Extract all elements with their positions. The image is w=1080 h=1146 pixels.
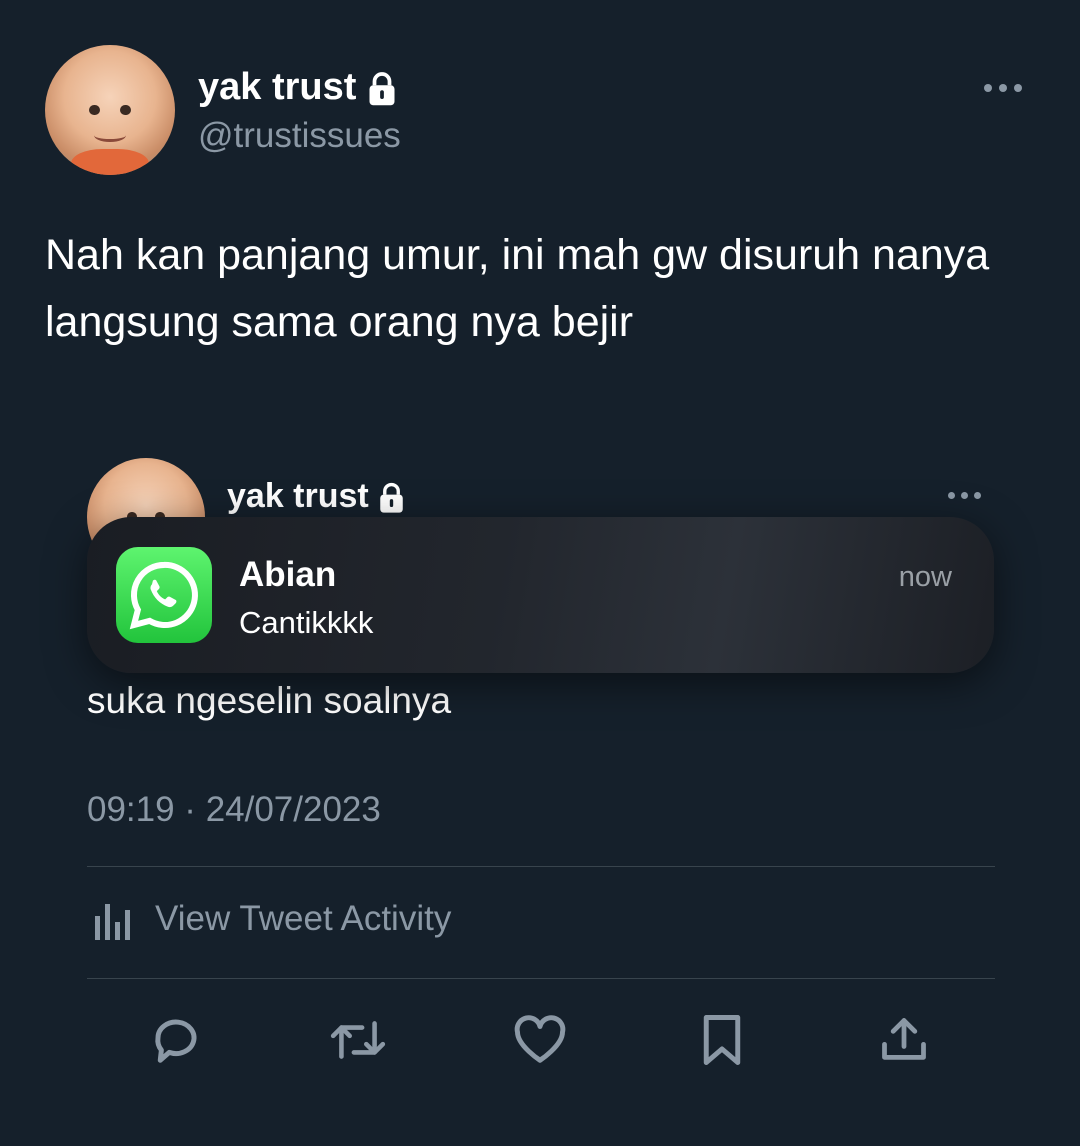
lock-icon xyxy=(380,482,403,513)
notification-time: now xyxy=(898,561,952,593)
bookmark-button[interactable] xyxy=(692,1010,752,1070)
view-tweet-activity-label: View Tweet Activity xyxy=(155,899,452,938)
more-options-icon[interactable] xyxy=(984,84,1022,92)
share-icon xyxy=(882,1018,926,1060)
like-button[interactable] xyxy=(510,1010,570,1070)
whatsapp-notification[interactable]: Abian Cantikkkk now xyxy=(87,517,994,673)
retweet-icon xyxy=(330,1021,386,1059)
author-handle[interactable]: @trustissues xyxy=(198,116,401,156)
divider xyxy=(87,866,995,867)
share-button[interactable] xyxy=(874,1010,934,1070)
whatsapp-icon xyxy=(116,547,212,643)
notification-sender: Abian xyxy=(239,555,337,594)
reply-button[interactable] xyxy=(146,1010,206,1070)
notification-message: Cantikkkk xyxy=(239,605,374,640)
author-avatar[interactable] xyxy=(45,45,175,175)
tweet-action-bar xyxy=(0,1010,1080,1080)
like-icon xyxy=(514,1015,566,1063)
view-tweet-activity[interactable]: View Tweet Activity xyxy=(93,898,451,940)
tweet-timestamp[interactable]: 09:19 · 24/07/2023 xyxy=(87,790,381,830)
divider xyxy=(87,978,995,979)
retweet-button[interactable] xyxy=(328,1010,388,1070)
lock-icon xyxy=(369,72,395,106)
quoted-author-name[interactable]: yak trust xyxy=(227,477,405,516)
tweet-text: Nah kan panjang umur, ini mah gw disuruh… xyxy=(45,231,990,346)
analytics-icon xyxy=(95,904,130,940)
author-name-text: yak trust xyxy=(198,66,357,108)
quoted-more-options-icon[interactable] xyxy=(948,492,981,499)
quoted-tweet-text: suka ngeselin soalnya xyxy=(87,680,452,721)
quoted-author-name-text: yak trust xyxy=(227,477,369,515)
reply-icon xyxy=(155,1019,197,1063)
author-name[interactable]: yak trust xyxy=(198,66,397,109)
bookmark-icon xyxy=(703,1015,741,1065)
